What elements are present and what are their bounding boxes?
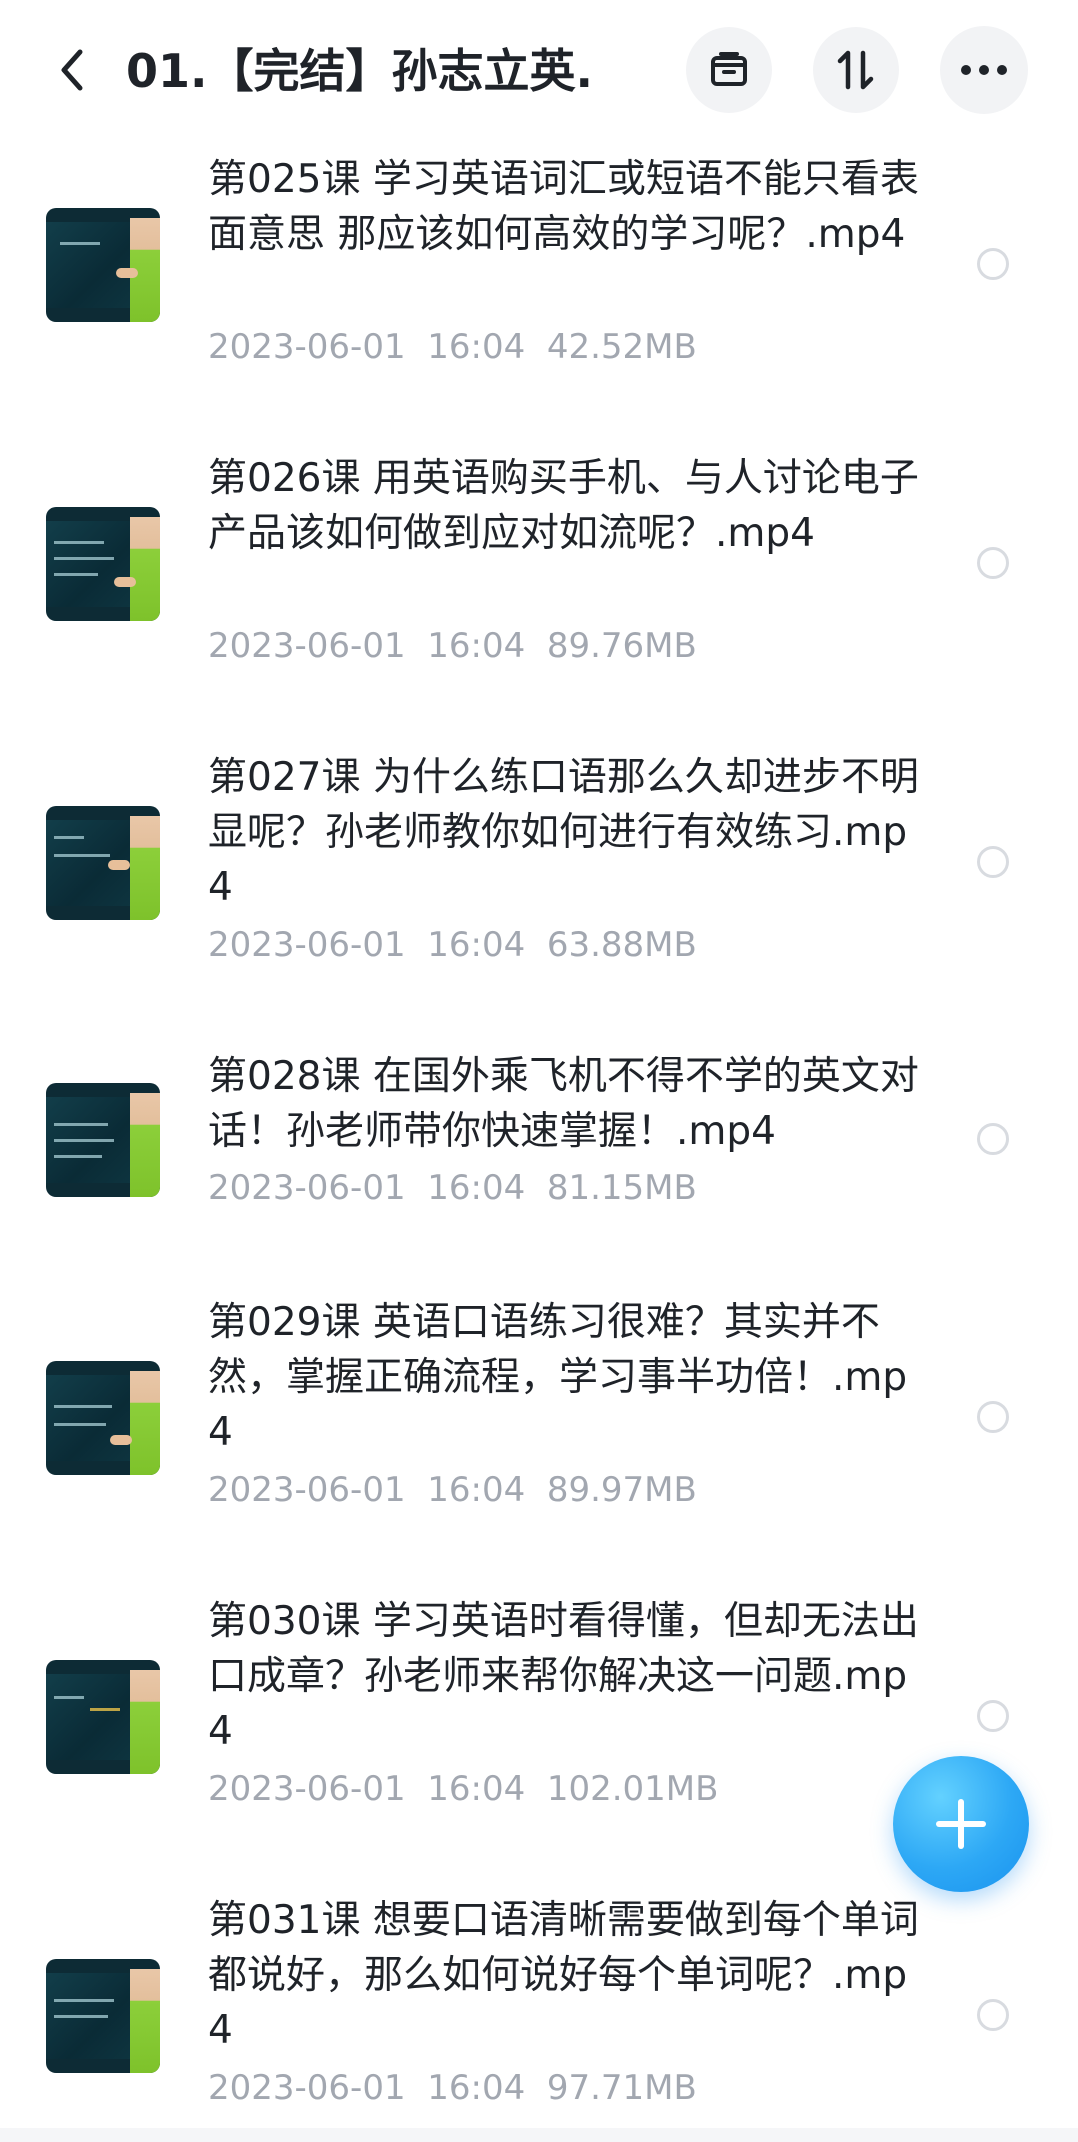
video-thumbnail	[46, 507, 160, 621]
sort-arrows-icon	[837, 50, 874, 90]
file-meta: 2023-06-01 16:04 97.71MB	[208, 2067, 697, 2109]
file-time: 16:04	[427, 925, 526, 965]
file-time: 16:04	[427, 626, 526, 666]
file-meta: 2023-06-01 16:04 81.15MB	[208, 1167, 697, 1209]
select-radio[interactable]	[977, 248, 1009, 280]
sort-button[interactable]	[813, 27, 899, 113]
select-radio[interactable]	[977, 846, 1009, 878]
file-meta: 2023-06-01 16:04 89.97MB	[208, 1469, 697, 1511]
video-thumbnail	[46, 1083, 160, 1197]
select-radio[interactable]	[977, 1700, 1009, 1732]
archive-button[interactable]	[686, 27, 772, 113]
chevron-left-icon	[61, 49, 83, 91]
video-thumbnail	[46, 1959, 160, 2073]
file-item[interactable]: 第027课 为什么练口语那么久却进步不明显呢？孙老师教你如何进行有效练习.mp4…	[0, 738, 1078, 1037]
file-size: 63.88MB	[546, 925, 697, 965]
back-button[interactable]	[44, 36, 100, 104]
more-dots-icon	[961, 65, 1007, 75]
file-item[interactable]: 第031课 想要口语清晰需要做到每个单词都说好，那么如何说好每个单词呢？.mp4…	[0, 1879, 1078, 2142]
file-size: 81.15MB	[546, 1168, 697, 1208]
file-size: 89.97MB	[546, 1470, 697, 1510]
file-name: 第031课 想要口语清晰需要做到每个单词都说好，那么如何说好每个单词呢？.mp4	[208, 1898, 919, 2053]
file-time: 16:04	[427, 327, 526, 367]
file-meta: 2023-06-01 16:04 63.88MB	[208, 924, 697, 966]
bottom-edge	[0, 2128, 1078, 2142]
file-date: 2023-06-01	[208, 1769, 406, 1809]
file-time: 16:04	[427, 1168, 526, 1208]
file-date: 2023-06-01	[208, 1168, 406, 1208]
file-date: 2023-06-01	[208, 327, 406, 367]
folder-title: 01.【完结】孙志立英...	[126, 44, 596, 98]
select-radio[interactable]	[977, 547, 1009, 579]
file-size: 97.71MB	[546, 2068, 697, 2108]
file-meta: 2023-06-01 16:04 102.01MB	[208, 1768, 718, 1810]
file-item[interactable]: 第029课 英语口语练习很难？其实并不然，掌握正确流程，学习事半功倍！.mp4 …	[0, 1281, 1078, 1580]
file-date: 2023-06-01	[208, 626, 406, 666]
upload-fab-button[interactable]	[893, 1756, 1029, 1892]
select-radio[interactable]	[977, 1999, 1009, 2031]
file-name: 第026课 用英语购买手机、与人讨论电子产品该如何做到应对如流呢？.mp4	[208, 456, 919, 556]
archive-box-icon	[711, 52, 747, 86]
file-date: 2023-06-01	[208, 925, 406, 965]
file-name: 第028课 在国外乘飞机不得不学的英文对话！孙老师带你快速掌握！.mp4	[208, 1054, 919, 1154]
file-size: 42.52MB	[546, 327, 697, 367]
video-thumbnail	[46, 1660, 160, 1774]
file-date: 2023-06-01	[208, 2068, 406, 2108]
file-item[interactable]: 第025课 学习英语词汇或短语不能只看表面意思 那应该如何高效的学习呢？.mp4…	[0, 140, 1078, 439]
file-size: 89.76MB	[546, 626, 697, 666]
file-name: 第025课 学习英语词汇或短语不能只看表面意思 那应该如何高效的学习呢？.mp4	[208, 157, 919, 257]
video-thumbnail	[46, 806, 160, 920]
file-time: 16:04	[427, 2068, 526, 2108]
file-name: 第029课 英语口语练习很难？其实并不然，掌握正确流程，学习事半功倍！.mp4	[208, 1300, 908, 1455]
file-meta: 2023-06-01 16:04 89.76MB	[208, 625, 697, 667]
file-time: 16:04	[427, 1470, 526, 1510]
file-item[interactable]: 第026课 用英语购买手机、与人讨论电子产品该如何做到应对如流呢？.mp4 20…	[0, 439, 1078, 738]
file-name: 第027课 为什么练口语那么久却进步不明显呢？孙老师教你如何进行有效练习.mp4	[208, 755, 919, 910]
plus-icon	[936, 1799, 986, 1849]
file-date: 2023-06-01	[208, 1470, 406, 1510]
video-thumbnail	[46, 1361, 160, 1475]
select-radio[interactable]	[977, 1123, 1009, 1155]
select-radio[interactable]	[977, 1401, 1009, 1433]
file-name: 第030课 学习英语时看得懂，但却无法出口成章？孙老师来帮你解决这一问题.mp4	[208, 1599, 919, 1754]
top-bar: 01.【完结】孙志立英...	[0, 0, 1078, 140]
file-meta: 2023-06-01 16:04 42.52MB	[208, 326, 697, 368]
video-thumbnail	[46, 208, 160, 322]
more-button[interactable]	[940, 26, 1028, 114]
file-time: 16:04	[427, 1769, 526, 1809]
file-size: 102.01MB	[546, 1769, 719, 1809]
